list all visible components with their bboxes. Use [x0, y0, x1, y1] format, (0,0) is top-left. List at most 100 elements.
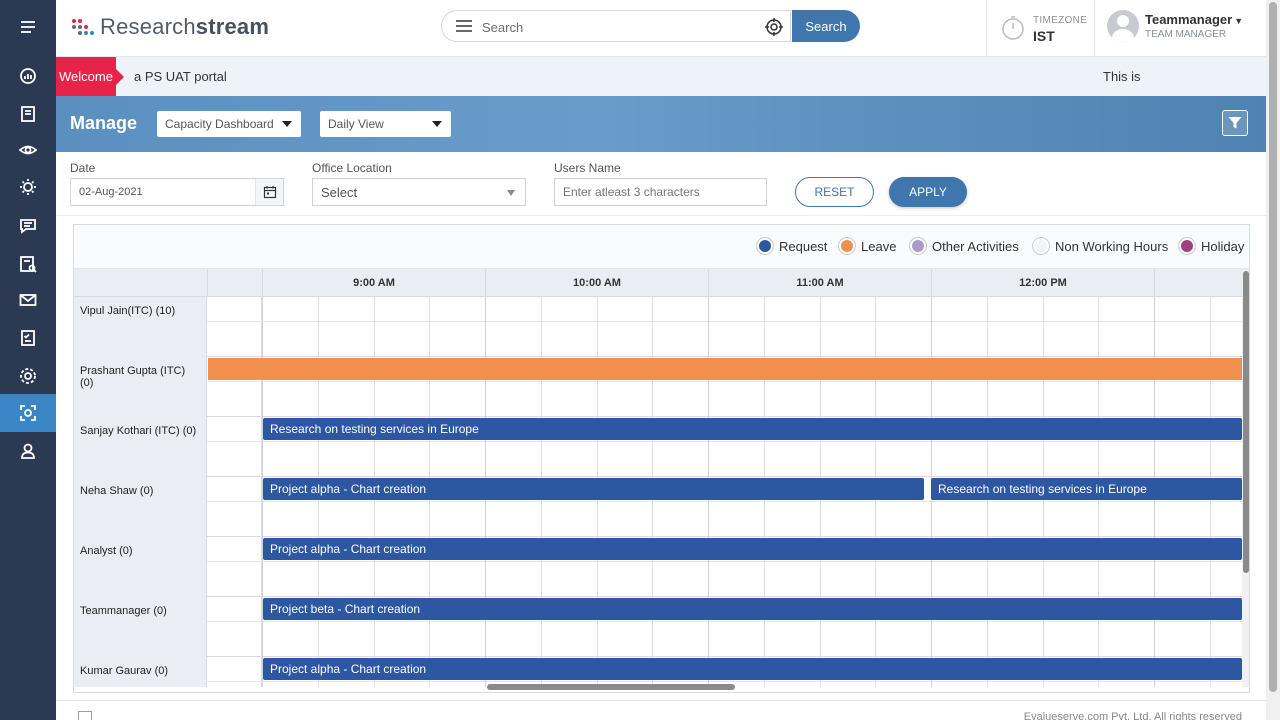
chat-icon[interactable] — [0, 207, 56, 245]
request-bar[interactable]: Project alpha - Chart creation — [263, 538, 1242, 560]
page-scrollbar-thumb[interactable] — [1269, 2, 1277, 692]
leave-bar[interactable] — [208, 358, 1242, 380]
footer: Evalueserve.com Pvt. Ltd. All rights res… — [56, 700, 1266, 720]
request-bar[interactable]: Research on testing services in Europe — [931, 478, 1242, 500]
time-header-cell: 11:00 AM — [708, 269, 931, 297]
resource-name: Analyst (0) — [74, 537, 207, 597]
request-bar[interactable]: Research on testing services in Europe — [263, 418, 1242, 440]
row-midline — [207, 381, 1242, 382]
apply-button[interactable]: APPLY — [889, 177, 967, 207]
slot-divider — [931, 297, 932, 357]
page-scrollbar[interactable] — [1266, 0, 1280, 720]
slot-divider — [652, 297, 653, 357]
avatar — [1107, 10, 1139, 42]
request-bar[interactable]: Project beta - Chart creation — [263, 598, 1242, 620]
schedule-row: Vipul Jain(ITC) (10) — [74, 297, 1242, 357]
schedule-row: Analyst (0) Project alpha - Chart creati… — [74, 537, 1242, 597]
office-location-select[interactable]: Select — [312, 178, 526, 206]
vertical-scrollbar-thumb[interactable] — [1243, 271, 1249, 573]
slot-divider — [1154, 297, 1155, 357]
slot-divider — [374, 297, 375, 357]
time-header-cell — [1154, 269, 1242, 297]
horizontal-scrollbar-thumb[interactable] — [487, 684, 735, 690]
dashboard-select[interactable]: Capacity Dashboard — [157, 111, 301, 137]
logo-text: Researchstream — [100, 14, 270, 39]
row-pre-cell — [207, 477, 262, 537]
filter-button[interactable] — [1222, 110, 1248, 136]
slot-divider — [485, 297, 486, 357]
menu-icon[interactable] — [0, 8, 56, 46]
office-location-label: Office Location — [312, 161, 392, 175]
welcome-ticker: Welcome a PS UAT portal This is — [56, 57, 1266, 96]
legend-holiday: Holiday — [1179, 238, 1244, 254]
dashboard-select-value: Capacity Dashboard — [165, 117, 274, 131]
slot-divider — [875, 297, 876, 357]
slot-divider — [1043, 297, 1044, 357]
users-name-label: Users Name — [554, 161, 621, 175]
schedule-row: Teammanager (0) Project beta - Chart cre… — [74, 597, 1242, 657]
target-icon[interactable] — [764, 17, 784, 37]
horizontal-scrollbar[interactable] — [74, 683, 1242, 691]
welcome-tag: Welcome — [56, 57, 124, 96]
ticker-text: This is — [1103, 69, 1141, 84]
user-menu[interactable]: Teammanager ▼ TEAM MANAGER — [1094, 0, 1266, 56]
app-logo[interactable]: Researchstream — [72, 14, 269, 40]
search-bar — [441, 10, 791, 42]
row-midline — [207, 681, 1242, 682]
time-header-cell: 10:00 AM — [485, 269, 708, 297]
request-bar[interactable]: Project alpha - Chart creation — [263, 658, 1242, 680]
legend-other-activities: Other Activities — [910, 238, 1019, 254]
legend-leave: Leave — [839, 238, 896, 254]
user-role: TEAM MANAGER — [1145, 29, 1227, 40]
users-name-input[interactable] — [554, 178, 767, 206]
dashboard-gauge-icon[interactable] — [0, 57, 56, 95]
request-bar[interactable]: Project alpha - Chart creation — [263, 478, 924, 500]
row-midline — [207, 561, 1242, 562]
settings-icon[interactable] — [0, 357, 56, 395]
report-search-icon[interactable] — [0, 245, 56, 283]
dropdown-arrow-icon — [507, 190, 515, 196]
resource-name: Teammanager (0) — [74, 597, 207, 657]
schedule-row: Prashant Gupta (ITC) (0) — [74, 357, 1242, 417]
date-field[interactable]: 02-Aug-2021 — [70, 178, 284, 206]
view-select[interactable]: Daily View — [320, 111, 451, 137]
eye-icon[interactable] — [0, 131, 56, 169]
legend-leave-dot — [839, 238, 855, 254]
funnel-icon — [1228, 117, 1242, 129]
timezone-label: TIMEZONE — [1033, 15, 1088, 26]
slot-divider — [764, 297, 765, 357]
schedule-row: Neha Shaw (0) Project alpha - Chart crea… — [74, 477, 1242, 537]
time-header: 9:00 AM 10:00 AM 11:00 AM 12:00 PM — [74, 269, 1242, 297]
reset-button[interactable]: RESET — [795, 177, 874, 207]
page-title: Manage — [70, 113, 138, 133]
copyright-text: Evalueserve.com Pvt. Ltd. All rights res… — [1023, 711, 1242, 720]
search-button[interactable]: Search — [792, 10, 860, 42]
top-header: Researchstream Search TIMEZONE IST Teamm… — [56, 0, 1266, 57]
welcome-message: a PS UAT portal — [134, 69, 227, 84]
mail-icon[interactable] — [0, 281, 56, 319]
resource-name: Vipul Jain(ITC) (10) — [74, 297, 207, 357]
vertical-scrollbar[interactable] — [1242, 269, 1249, 687]
row-pre-cell — [207, 297, 262, 357]
user-icon[interactable] — [0, 432, 56, 470]
slot-divider — [541, 297, 542, 357]
bulb-icon[interactable] — [0, 168, 56, 206]
search-menu-icon[interactable] — [456, 20, 472, 32]
notes-icon[interactable] — [0, 95, 56, 133]
schedule-grid: 9:00 AM 10:00 AM 11:00 AM 12:00 PM Vipul… — [74, 269, 1242, 687]
checklist-icon[interactable] — [0, 319, 56, 357]
search-input[interactable] — [482, 17, 752, 37]
resource-name: Prashant Gupta (ITC) (0) — [74, 357, 207, 417]
time-header-cell: 9:00 AM — [262, 269, 485, 297]
timezone-widget[interactable]: TIMEZONE IST — [986, 0, 1106, 56]
view-select-value: Daily View — [328, 117, 384, 131]
calendar-icon[interactable] — [255, 179, 283, 205]
legend-non-working-hours: Non Working Hours — [1033, 238, 1168, 254]
stopwatch-icon — [1002, 16, 1024, 40]
user-name: Teammanager ▼ — [1145, 12, 1244, 27]
capacity-icon[interactable] — [0, 394, 56, 432]
slot-divider — [820, 297, 821, 357]
row-pre-cell — [207, 537, 262, 597]
logo-mark — [72, 17, 94, 37]
row-midline — [207, 321, 1242, 322]
